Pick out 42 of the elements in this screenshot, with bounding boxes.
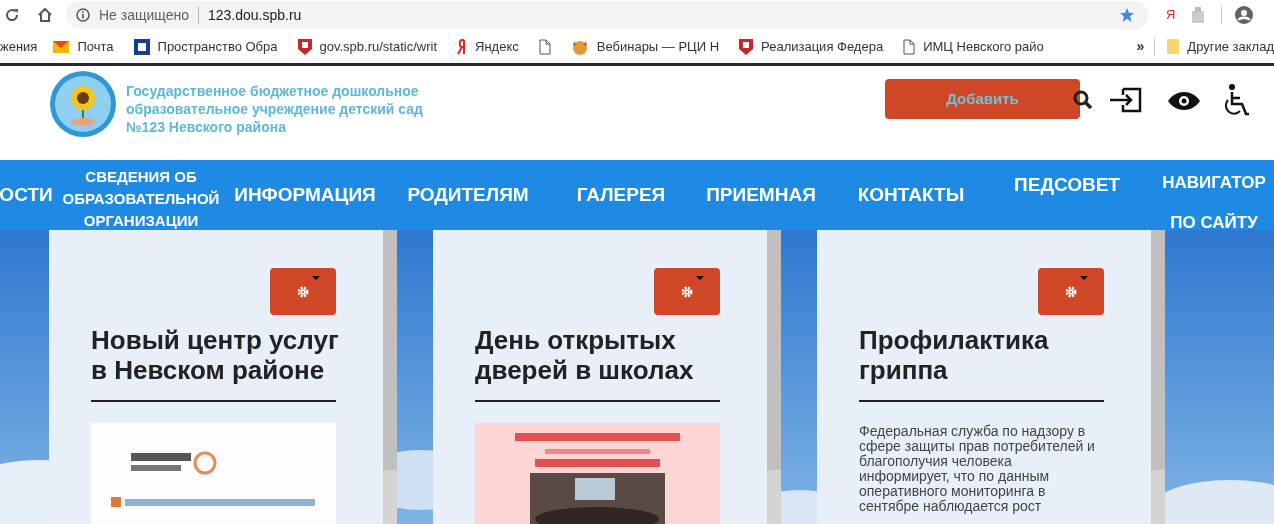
address-bar[interactable]: Не защищено 123.dou.spb.ru [66,1,1148,29]
home-icon[interactable] [37,7,53,23]
nav-link[interactable]: ПЕДСОВЕТ [986,173,1148,197]
url-text: 123.dou.spb.ru [208,5,302,25]
page-icon [538,38,551,55]
bookmark-item[interactable]: Реализация Федера [761,36,884,57]
eye-icon[interactable] [1167,91,1201,111]
yandex-icon [457,38,468,55]
nav-link[interactable]: ГАЛЕРЕЯ [556,183,686,207]
nav-link[interactable]: РОДИТЕЛЯМ [380,183,556,207]
reload-icon[interactable] [4,7,20,23]
yandex-extension-icon[interactable]: Я [1166,5,1176,25]
envelope-icon [53,40,70,53]
page-icon [903,38,916,55]
emblem-icon [133,38,150,55]
bookmark-item[interactable]: Пространство Обра [157,36,278,57]
nav-link[interactable]: НАВИГАТОР ПО САЙТУ [1148,163,1274,243]
bookmark-item[interactable]: Почта [77,36,114,57]
info-icon [76,8,90,22]
bookmark-folder[interactable]: Другие заклад [1187,36,1274,57]
bookmark-item[interactable]: жения [0,36,38,57]
account-icon[interactable] [1235,6,1254,24]
star-icon[interactable] [1119,7,1135,23]
bookmark-item[interactable]: Яндекс [475,36,519,57]
security-label: Не защищено [99,5,189,25]
organization-name: Государственное бюджетное дошкольное образовательное учреждение детский сад №123 Невского района [126,82,424,136]
logo-icon [49,70,117,138]
nav-link[interactable]: ОСТИ [0,183,52,207]
login-icon[interactable] [1109,87,1143,113]
nav-link[interactable]: КОНТАКТЫ [836,183,986,207]
more-bookmarks-button[interactable]: » [1136,36,1145,57]
folder-icon [1167,39,1180,54]
crest-icon [297,38,312,55]
bookmark-item[interactable]: ИМЦ Невского райо [923,36,1044,57]
nav-link[interactable]: ПРИЕМНАЯ [686,183,836,207]
nav-link[interactable]: СВЕДЕНИЯ ОБ ОБРАЗОВАТЕЛЬНОЙ ОРГАНИЗАЦИИ [52,166,230,232]
bookmark-item[interactable]: Вебинары — РЦИ Н [596,36,720,57]
crest-icon [739,38,754,55]
fox-icon [570,38,589,55]
bookmark-item[interactable]: gov.spb.ru/static/writ [319,36,438,57]
nav-link[interactable]: ИНФОРМАЦИЯ [230,183,380,207]
search-icon[interactable] [1073,90,1093,110]
